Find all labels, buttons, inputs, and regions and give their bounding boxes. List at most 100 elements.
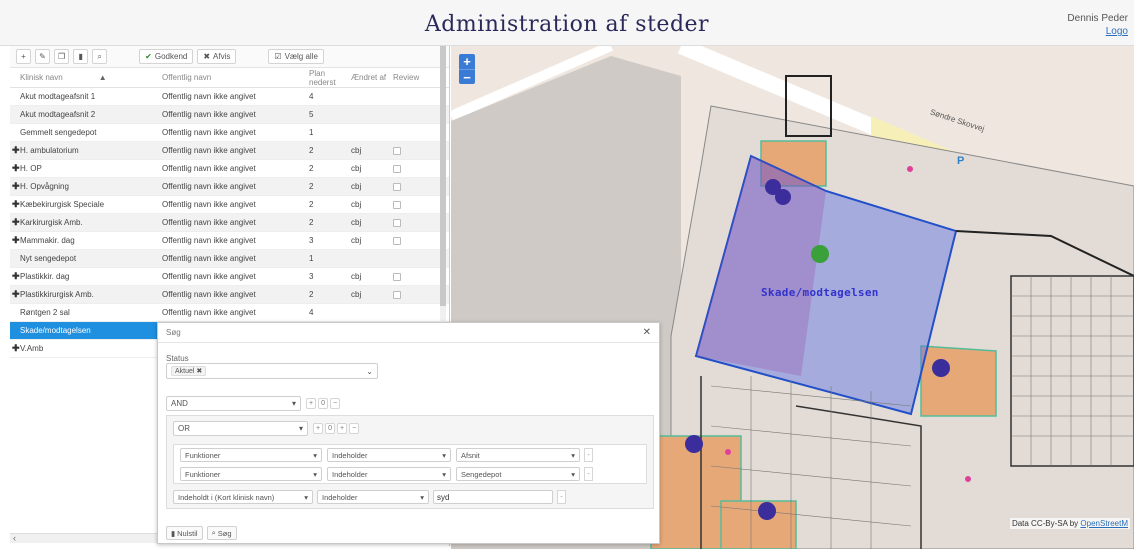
col-header-clinical[interactable]: Klinisk navn ▲ xyxy=(10,73,158,82)
col-header-plan[interactable]: Plan nederst xyxy=(305,69,347,87)
osm-link[interactable]: OpenStreetM xyxy=(1080,519,1128,528)
col-header-public[interactable]: Offentlig navn xyxy=(158,73,305,82)
search-button[interactable]: ⌕ Søg xyxy=(206,526,237,540)
review-checkbox[interactable] xyxy=(393,236,401,245)
add-icon[interactable]: + xyxy=(16,49,31,64)
table-row[interactable]: ✚ H. Opvågning Offentlig navn ikke angivet… xyxy=(10,178,449,196)
add-condition-button[interactable]: + xyxy=(313,422,324,434)
reset-button[interactable]: ▮ Nulstil xyxy=(166,526,203,540)
filter-field-select[interactable]: Funktioner ▾ xyxy=(180,448,322,462)
table-row[interactable]: ✚ Plastikkirurgisk Amb. Offentlig navn ikk… xyxy=(10,286,449,304)
table-row[interactable]: Akut modtageafsnit 2 Offentlig navn ikke … xyxy=(10,106,449,124)
user-name: Dennis Peder xyxy=(1067,13,1128,24)
page-title: Administration af steder xyxy=(424,12,710,37)
logout-link[interactable]: Logo xyxy=(1067,25,1128,38)
table-row[interactable]: Røntgen 2 sal Offentlig navn ikke angivet… xyxy=(10,304,449,322)
cell-public-name: Offentlig navn ikke angivet xyxy=(162,146,256,155)
expand-icon[interactable]: ✚ xyxy=(12,181,20,192)
add-condition-button[interactable]: + xyxy=(306,397,317,409)
cell-changed-by: cbj xyxy=(351,290,362,299)
status-tag[interactable]: Aktuel ✖ xyxy=(171,366,207,376)
text-filter-input[interactable]: syd xyxy=(433,490,553,504)
review-checkbox[interactable] xyxy=(393,182,401,191)
cell-review xyxy=(389,290,429,299)
grid-body: Akut modtageafsnit 1 Offentlig navn ikke … xyxy=(10,88,449,358)
copy-icon[interactable]: ❐ xyxy=(54,49,70,64)
delete-icon[interactable]: ▮ xyxy=(73,49,89,64)
cell-public-name: Offentlig navn ikke angivet xyxy=(162,128,256,137)
cell-review xyxy=(389,146,429,155)
status-select[interactable]: Aktuel ✖ ⌄ xyxy=(166,363,378,379)
select-all-button[interactable]: ☑ Vælg alle xyxy=(268,49,324,64)
add-group-button[interactable]: + xyxy=(337,422,348,434)
expand-icon[interactable]: ✚ xyxy=(12,199,20,210)
chevron-down-icon: ▾ xyxy=(571,469,575,479)
and-operator-select[interactable]: AND ▾ xyxy=(166,396,301,411)
remove-condition-button[interactable]: − xyxy=(330,397,341,409)
zoom-in-button[interactable]: + xyxy=(459,54,475,69)
cell-plan: 4 xyxy=(309,308,314,317)
close-icon[interactable]: ✕ xyxy=(643,327,651,338)
cell-changed-by: cbj xyxy=(351,164,362,173)
table-row[interactable]: Akut modtageafsnit 1 Offentlig navn ikke … xyxy=(10,88,449,106)
review-checkbox[interactable] xyxy=(393,290,401,299)
cell-clinical-name: Skade/modtagelsen xyxy=(20,326,91,335)
review-checkbox[interactable] xyxy=(393,164,401,173)
expand-icon[interactable]: ✚ xyxy=(12,343,20,354)
cell-clinical-name: Akut modtageafsnit 2 xyxy=(20,110,96,119)
review-checkbox[interactable] xyxy=(393,200,401,209)
table-row[interactable]: Gemmelt sengedepot Offentlig navn ikke an… xyxy=(10,124,449,142)
scroll-left-icon[interactable]: ‹ xyxy=(13,533,16,543)
cell-public-name: Offentlig navn ikke angivet xyxy=(162,182,256,191)
filter-field-select[interactable]: Funktioner ▾ xyxy=(180,467,322,481)
check-icon: ✔ xyxy=(145,52,152,61)
sort-asc-icon: ▲ xyxy=(98,73,107,82)
cell-plan: 2 xyxy=(309,200,314,209)
text-filter-field-select[interactable]: Indeholdt i (Kort klinisk navn) ▾ xyxy=(173,490,313,504)
remove-group-button[interactable]: − xyxy=(349,422,360,434)
zoom-control: + − xyxy=(459,54,475,85)
filter-value-select[interactable]: Afsnit ▾ xyxy=(456,448,580,462)
table-row[interactable]: ✚ H. OP Offentlig navn ikke angivet 2 cbj xyxy=(10,160,449,178)
table-row[interactable]: ✚ Plastikkir. dag Offentlig navn ikke angi… xyxy=(10,268,449,286)
table-row[interactable]: ✚ Kæbekirurgisk Speciale Offentlig navn ik… xyxy=(10,196,449,214)
approve-button[interactable]: ✔ Godkend xyxy=(139,49,194,64)
reject-button[interactable]: ✖ Afvis xyxy=(197,49,237,64)
review-checkbox[interactable] xyxy=(393,218,401,227)
review-checkbox[interactable] xyxy=(393,146,401,155)
expand-icon[interactable]: ✚ xyxy=(12,289,20,300)
col-header-changed[interactable]: Ændret af xyxy=(347,73,389,82)
conditions-box: Funktioner ▾ Indeholder ▾ Afsnit ▾ - Funkti… xyxy=(173,444,647,484)
text-filter-operator-select[interactable]: Indeholder ▾ xyxy=(317,490,429,504)
remove-filter-button[interactable]: - xyxy=(584,448,593,462)
cell-public-name: Offentlig navn ikke angivet xyxy=(162,308,256,317)
zoom-out-button[interactable]: − xyxy=(459,69,475,85)
chevron-down-icon: ▾ xyxy=(291,399,296,408)
remove-filter-button[interactable]: - xyxy=(584,467,593,481)
cell-clinical-name: Gemmelt sengedepot xyxy=(20,128,97,137)
cell-clinical-name: ✚ Mammakir. dag xyxy=(12,235,75,246)
review-checkbox[interactable] xyxy=(393,272,401,281)
table-row[interactable]: ✚ Karkirurgisk Amb. Offentlig navn ikke an… xyxy=(10,214,449,232)
search-icon[interactable]: ⌕ xyxy=(92,49,108,64)
expand-icon[interactable]: ✚ xyxy=(12,145,20,156)
col-header-review[interactable]: Review xyxy=(389,73,429,82)
scrollbar-thumb[interactable] xyxy=(440,46,446,306)
expand-icon[interactable]: ✚ xyxy=(12,271,20,282)
cell-plan: 1 xyxy=(309,254,314,263)
chevron-down-icon: ⌄ xyxy=(366,366,373,376)
cell-plan: 2 xyxy=(309,290,314,299)
filter-operator-select[interactable]: Indeholder ▾ xyxy=(327,448,451,462)
expand-icon[interactable]: ✚ xyxy=(12,217,20,228)
table-row[interactable]: Nyt sengedepot Offentlig navn ikke angive… xyxy=(10,250,449,268)
table-row[interactable]: ✚ Mammakir. dag Offentlig navn ikke angive… xyxy=(10,232,449,250)
remove-filter-button[interactable]: - xyxy=(557,490,566,504)
edit-icon[interactable]: ✎ xyxy=(35,49,50,64)
or-operator-select[interactable]: OR ▾ xyxy=(173,421,308,436)
filter-operator-select[interactable]: Indeholder ▾ xyxy=(327,467,451,481)
expand-icon[interactable]: ✚ xyxy=(12,235,20,246)
filter-value-select[interactable]: Sengedepot ▾ xyxy=(456,467,580,481)
table-row[interactable]: ✚ H. ambulatorium Offentlig navn ikke angi… xyxy=(10,142,449,160)
expand-icon[interactable]: ✚ xyxy=(12,163,20,174)
and-group-controls: +0− xyxy=(306,397,341,409)
